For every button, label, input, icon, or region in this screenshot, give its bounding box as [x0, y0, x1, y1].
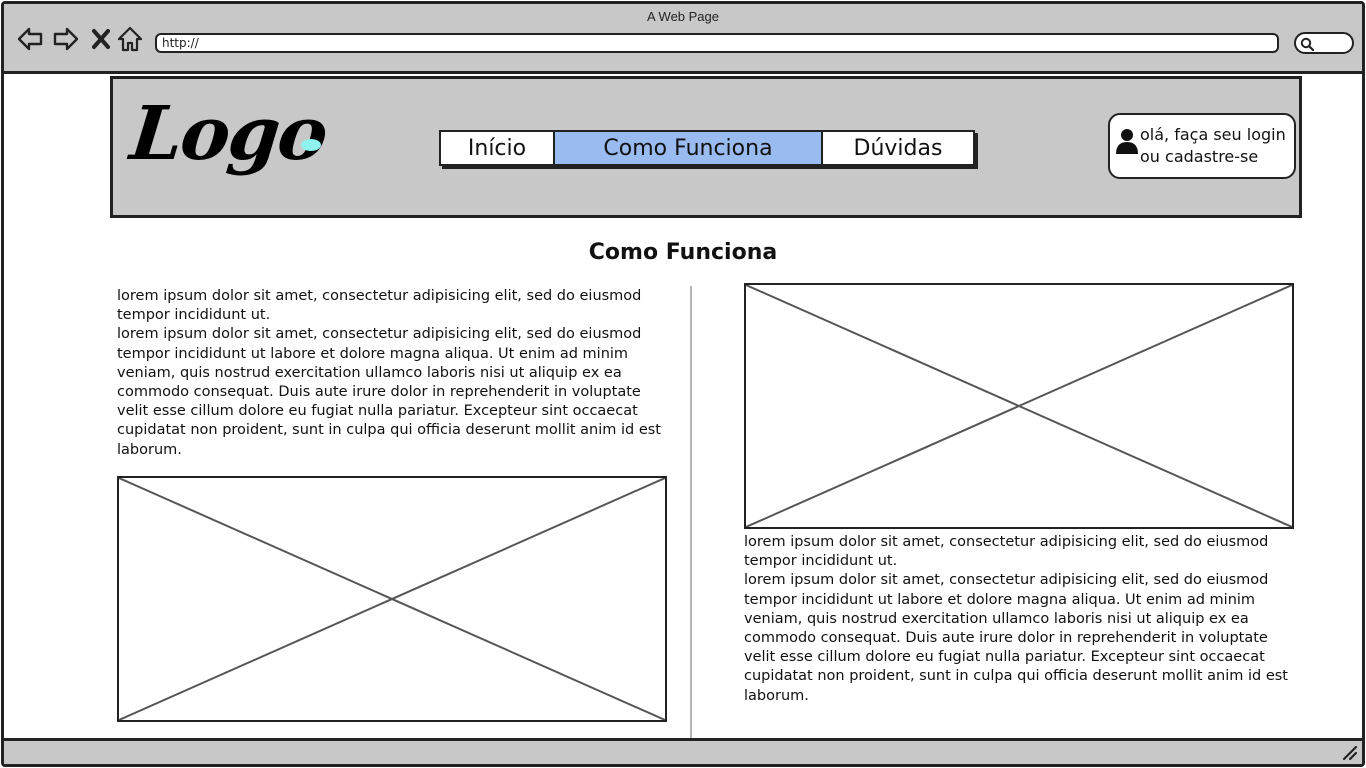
- menu-item-como-funciona[interactable]: Como Funciona: [555, 132, 823, 164]
- search-icon: [1300, 37, 1314, 51]
- logo-text: Logo: [126, 91, 331, 177]
- browser-chrome: A Web Page http://: [4, 4, 1362, 74]
- image-placeholder-left: [117, 476, 667, 722]
- browser-window: A Web Page http:// Logo Início Como Func…: [1, 1, 1365, 767]
- menu-item-inicio[interactable]: Início: [441, 132, 555, 164]
- column-divider: [690, 286, 692, 742]
- right-paragraph-1: lorem ipsum dolor sit amet, consectetur …: [744, 534, 1269, 570]
- home-icon: [117, 26, 143, 52]
- login-button[interactable]: olá, faça seu login ou cadastre-se: [1108, 113, 1296, 179]
- search-box[interactable]: [1294, 32, 1354, 54]
- image-placeholder-icon: [746, 285, 1292, 527]
- left-text-block: lorem ipsum dolor sit amet, consectetur …: [117, 287, 673, 460]
- status-bar: [4, 738, 1362, 764]
- page-title: Como Funciona: [588, 240, 778, 265]
- resize-grip-icon[interactable]: [1340, 743, 1358, 761]
- address-bar[interactable]: http://: [155, 33, 1279, 53]
- arrow-right-icon: [53, 27, 79, 51]
- site-header: Logo Início Como Funciona Dúvidas olá, f…: [110, 76, 1302, 218]
- window-title: A Web Page: [646, 9, 720, 24]
- back-button[interactable]: [16, 25, 44, 53]
- arrow-left-icon: [17, 27, 43, 51]
- image-placeholder-icon: [119, 478, 665, 720]
- user-icon: [1116, 129, 1138, 154]
- right-paragraph-2: lorem ipsum dolor sit amet, consectetur …: [744, 572, 1288, 704]
- login-text: olá, faça seu login ou cadastre-se: [1140, 125, 1286, 166]
- left-paragraph-2: lorem ipsum dolor sit amet, consectetur …: [117, 326, 661, 458]
- image-placeholder-right: [744, 283, 1294, 529]
- forward-button[interactable]: [52, 25, 80, 53]
- menu-item-duvidas[interactable]: Dúvidas: [823, 132, 973, 164]
- left-paragraph-1: lorem ipsum dolor sit amet, consectetur …: [117, 288, 642, 324]
- main-menu: Início Como Funciona Dúvidas: [439, 130, 975, 166]
- stop-button[interactable]: [88, 25, 116, 53]
- home-button[interactable]: [116, 25, 144, 53]
- logo[interactable]: Logo: [126, 87, 331, 207]
- logo-accent-dot: [301, 139, 321, 151]
- close-icon: [92, 29, 110, 49]
- right-text-block: lorem ipsum dolor sit amet, consectetur …: [744, 533, 1300, 706]
